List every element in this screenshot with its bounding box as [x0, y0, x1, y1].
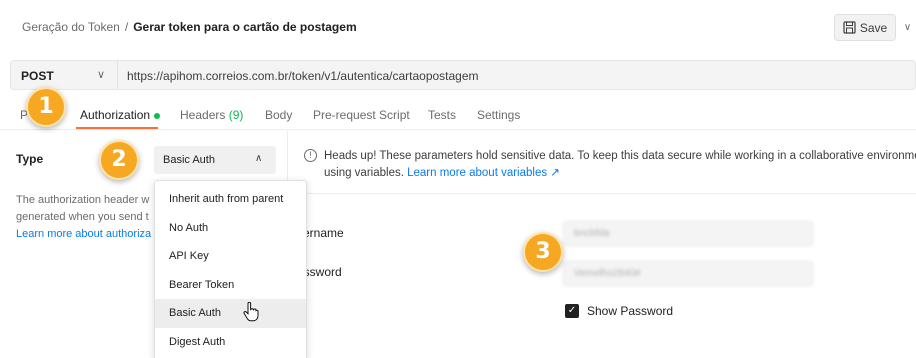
save-icon: [843, 21, 856, 34]
tab-authorization-label: Authorization: [80, 108, 151, 122]
auth-type-value: Basic Auth: [163, 154, 215, 166]
auth-config-panel: ! Heads up! These parameters hold sensit…: [289, 131, 916, 358]
dropdown-item-label: Basic Auth: [169, 307, 221, 319]
tab-authorization[interactable]: Authorization: [80, 108, 161, 122]
status-dot-icon: [154, 112, 161, 119]
type-label: Type: [16, 152, 44, 166]
alert-text: Heads up! These parameters hold sensitiv…: [324, 150, 916, 162]
hand-cursor-icon: [243, 302, 259, 322]
request-tabs: P Authorization Headers (9) Body Pre-req…: [0, 100, 916, 130]
show-password-label[interactable]: Show Password: [587, 304, 673, 318]
url-input[interactable]: https://apihom.correios.com.br/token/v1/…: [127, 69, 479, 83]
alert-text-2-lead: using variables.: [324, 167, 408, 179]
breadcrumb-collection[interactable]: Geração do Token: [22, 20, 120, 34]
dropdown-item-api-key[interactable]: API Key: [155, 242, 306, 271]
learn-more-auth-link[interactable]: Learn more about authoriza: [16, 226, 156, 243]
divider: [289, 193, 916, 194]
tab-settings[interactable]: Settings: [477, 108, 520, 122]
step-badge-1: 1: [26, 87, 66, 127]
dropdown-item-basic-auth[interactable]: Basic Auth: [155, 299, 306, 328]
username-input[interactable]: bncbfda: [563, 221, 813, 246]
dropdown-item-bearer-token[interactable]: Bearer Token: [155, 271, 306, 300]
url-bar: POST ∨ https://apihom.correios.com.br/to…: [10, 60, 916, 90]
tab-pre-request-script[interactable]: Pre-request Script: [313, 108, 410, 122]
dropdown-item-digest-auth[interactable]: Digest Auth: [155, 328, 306, 357]
info-icon: !: [304, 149, 317, 162]
tab-headers-label: Headers: [180, 108, 226, 122]
alert-text-2: using variables. Learn more about variab…: [324, 165, 560, 182]
active-tab-indicator: [76, 127, 158, 129]
tab-headers[interactable]: Headers (9): [180, 108, 243, 122]
help-line: generated when you send t: [16, 211, 149, 223]
dropdown-item-inherit[interactable]: Inherit auth from parent: [155, 185, 306, 214]
password-input[interactable]: Vemelho2840#: [563, 261, 813, 286]
step-badge-2: 2: [99, 140, 139, 180]
save-options-chevron-icon[interactable]: ∨: [899, 14, 916, 41]
learn-more-variables-link[interactable]: Learn more about variables ↗: [407, 167, 560, 179]
chevron-down-icon[interactable]: ∨: [97, 68, 105, 81]
save-label: Save: [859, 20, 888, 35]
breadcrumb: Geração do Token / Gerar token para o cart…: [22, 20, 357, 34]
show-password-checkbox[interactable]: ✓: [565, 304, 579, 318]
tab-body[interactable]: Body: [265, 108, 292, 122]
auth-type-select[interactable]: Basic Auth ∧: [154, 146, 276, 174]
step-badge-3: 3: [523, 232, 563, 272]
divider: [117, 61, 118, 89]
chevron-up-icon: ∧: [255, 153, 263, 164]
save-button[interactable]: Save: [834, 14, 896, 41]
auth-type-dropdown: Inherit auth from parent No Auth API Key…: [154, 180, 307, 358]
request-header: Geração do Token / Gerar token para o cart…: [0, 0, 916, 55]
auth-help-text: The authorization header w generated whe…: [16, 192, 156, 243]
method-selector[interactable]: POST: [21, 69, 54, 83]
help-line: The authorization header w: [16, 194, 150, 206]
tab-tests[interactable]: Tests: [428, 108, 456, 122]
headers-count: (9): [228, 108, 244, 122]
dropdown-item-no-auth[interactable]: No Auth: [155, 214, 306, 243]
breadcrumb-separator: /: [124, 20, 129, 34]
request-name[interactable]: Gerar token para o cartão de postagem: [133, 20, 356, 34]
